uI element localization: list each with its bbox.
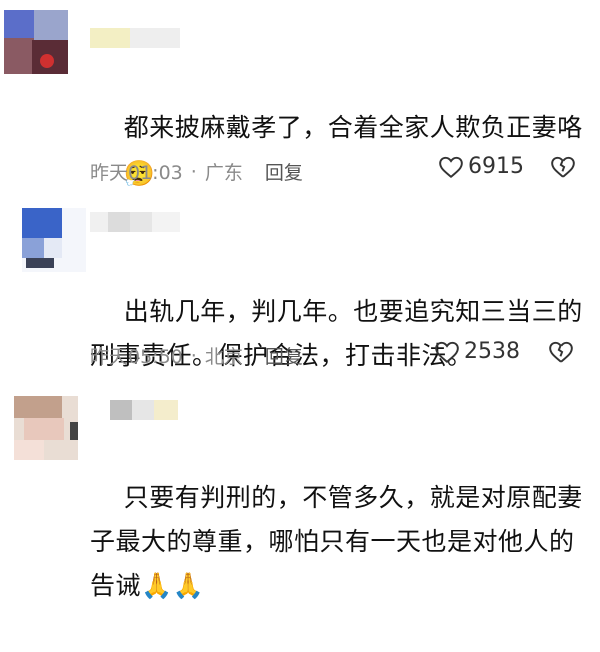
broken-heart-icon (549, 341, 573, 363)
like-button[interactable]: 6915 (438, 154, 524, 179)
broken-heart-icon (551, 156, 575, 178)
avatar[interactable] (14, 396, 78, 460)
avatar[interactable] (4, 10, 68, 74)
comment-time: 昨天01:03 (90, 162, 183, 184)
reply-button[interactable]: 回复 (265, 158, 303, 185)
meta-separator: · (190, 344, 197, 367)
comment-text: 只要有判刑的，不管多久，就是对原配妻子最大的尊重，哪怕只有一天也是对他人的告诫🙏… (90, 432, 590, 652)
like-count: 2538 (464, 339, 520, 364)
like-count: 6915 (468, 154, 524, 179)
like-button[interactable]: 2538 (434, 339, 520, 364)
heart-icon (435, 341, 459, 363)
comment-text: 出轨几年，判几年。也要追究知三当三的刑事责任。保护合法，打击非法。 (90, 246, 590, 422)
comment-time: 昨天05:50 (90, 346, 183, 368)
reply-button[interactable]: 回复 (265, 342, 303, 369)
comment-location: 广东 (204, 162, 243, 184)
meta-separator: · (190, 160, 197, 183)
pray-emoji-icon: 🙏🙏 (141, 571, 205, 600)
heart-icon (439, 156, 463, 178)
dislike-button[interactable] (548, 340, 574, 368)
dislike-button[interactable] (550, 155, 576, 183)
comment-meta: 昨天01:03 · 广东 回复 (90, 158, 303, 185)
comment-meta: 昨天05:50 · 北京 回复 (90, 342, 303, 369)
comment-location: 北京 (204, 346, 243, 368)
avatar[interactable] (22, 208, 86, 272)
